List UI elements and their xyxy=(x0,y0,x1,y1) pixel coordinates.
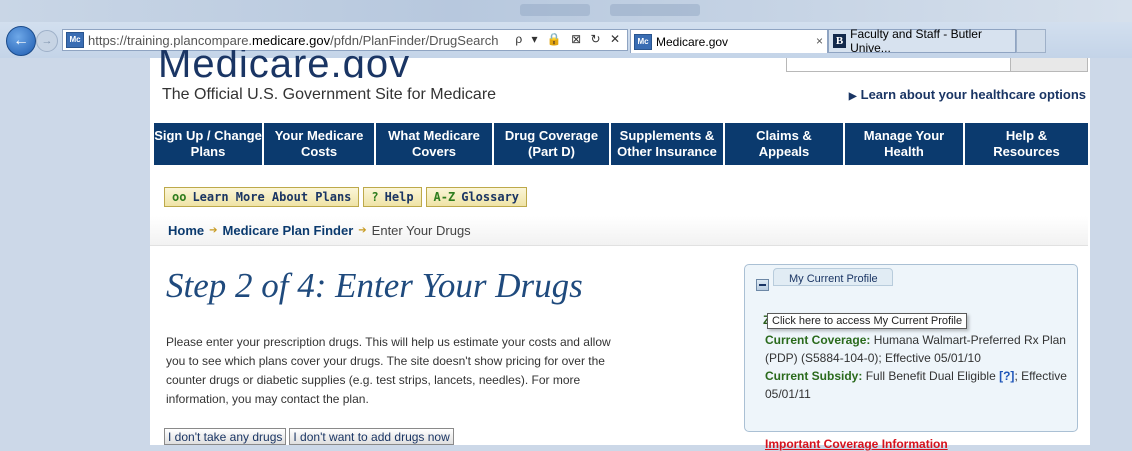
breadcrumb-current: Enter Your Drugs xyxy=(371,223,471,238)
forward-button[interactable]: → xyxy=(36,30,58,52)
medicare-favicon-icon: Mc xyxy=(66,32,84,48)
nav-sign-up-change-plans[interactable]: Sign Up / Change Plans xyxy=(154,123,264,165)
title-bar xyxy=(0,0,1132,22)
tab-label: Medicare.gov xyxy=(656,34,729,49)
nav-drug-coverage[interactable]: Drug Coverage (Part D) xyxy=(494,123,611,165)
collapse-icon[interactable] xyxy=(756,279,769,291)
learn-healthcare-link[interactable]: ▶ Learn about your healthcare options xyxy=(849,87,1086,102)
nav-label-line1: Supplements & xyxy=(619,128,715,143)
breadcrumb-home[interactable]: Home xyxy=(168,223,204,238)
url-path: /pfdn/PlanFinder/DrugSearch xyxy=(330,32,499,48)
nav-label-line2: Plans xyxy=(190,144,226,159)
intro-text: Please enter your prescription drugs. Th… xyxy=(166,335,611,406)
tab-label: Faculty and Staff - Butler Unive... xyxy=(850,27,982,55)
nav-manage-your-health[interactable]: Manage Your Health xyxy=(845,123,965,165)
nav-label-line1: Sign Up / Change xyxy=(154,128,262,143)
important-coverage-link[interactable]: Important Coverage Information xyxy=(765,437,948,451)
url-prefix: https://training.plancompare. xyxy=(88,32,253,48)
subsidy-value: Full Benefit Dual Eligible xyxy=(865,369,996,383)
nav-label-line1: Help & xyxy=(1005,128,1048,143)
profile-tab[interactable]: My Current Profile xyxy=(773,268,893,286)
medicare-logo[interactable]: Medicare.gov xyxy=(158,50,410,78)
profile-details: Current Coverage: Humana Walmart-Preferr… xyxy=(765,331,1077,403)
butler-favicon-icon: B xyxy=(833,34,847,48)
nav-label-line1: Your Medicare xyxy=(274,128,364,143)
medicare-favicon-icon: Mc xyxy=(634,33,652,50)
nav-label-line1: Drug Coverage xyxy=(504,128,599,143)
new-tab-button[interactable] xyxy=(1016,29,1046,53)
address-bar-icons[interactable]: ρ ▾ 🔒 ⊠ ↻ ✕ xyxy=(515,32,623,46)
search-button[interactable] xyxy=(1010,58,1087,71)
breadcrumb: Home ➔ Medicare Plan Finder ➔ Enter Your… xyxy=(150,216,1088,246)
learn-link-label: Learn about your healthcare options xyxy=(860,87,1086,102)
a-z-icon: A-Z xyxy=(433,190,456,204)
nav-claims-appeals[interactable]: Claims & Appeals xyxy=(725,123,845,165)
main-navigation: Sign Up / Change Plans Your Medicare Costs… xyxy=(154,123,1088,165)
coverage-label: Current Coverage: xyxy=(765,333,871,347)
button-label: Learn More About Plans xyxy=(192,190,352,204)
close-icon[interactable]: × xyxy=(816,34,823,48)
page-title: Step 2 of 4: Enter Your Drugs xyxy=(166,266,583,305)
browser-tab-medicare[interactable]: Mc Medicare.gov × xyxy=(630,29,828,53)
nav-label-line2: Covers xyxy=(411,144,457,159)
nav-label-line2: Health xyxy=(884,144,924,159)
nav-label-line2: (Part D) xyxy=(528,144,575,159)
glossary-button[interactable]: A-Z Glossary xyxy=(425,187,528,207)
glasses-icon: oo xyxy=(172,190,187,204)
background-window-tab xyxy=(520,4,590,16)
address-url[interactable]: https://training.plancompare.medicare.go… xyxy=(88,33,498,48)
profile-tooltip: Click here to access My Current Profile xyxy=(767,313,968,329)
nav-label-line1: Claims & xyxy=(756,128,812,143)
arrow-right-icon: ➔ xyxy=(209,225,218,236)
button-label: Help xyxy=(384,190,414,204)
nav-label-line1: Manage Your xyxy=(863,128,945,143)
no-drugs-button[interactable]: I don't take any drugs xyxy=(164,428,287,445)
drug-action-buttons: I don't take any drugs I don't want to a… xyxy=(164,428,454,445)
nav-supplements-other-insurance[interactable]: Supplements & Other Insurance xyxy=(611,123,725,165)
triangle-right-icon: ▶ xyxy=(848,91,857,102)
arrow-right-icon: ➔ xyxy=(358,225,367,236)
back-button[interactable]: ← xyxy=(6,26,36,56)
nav-label-line2: Costs xyxy=(300,144,338,159)
nav-your-medicare-costs[interactable]: Your Medicare Costs xyxy=(264,123,376,165)
nav-label-line1: What Medicare xyxy=(388,128,480,143)
arrow-left-icon: ← xyxy=(13,32,29,49)
help-button[interactable]: ? Help xyxy=(363,187,422,207)
nav-help-resources[interactable]: Help & Resources xyxy=(965,123,1088,165)
page-content: Medicare.gov The Official U.S. Governmen… xyxy=(150,50,1090,451)
browser-tab-butler[interactable]: B Faculty and Staff - Butler Unive... xyxy=(828,27,1016,55)
subsidy-help-link[interactable]: [?] xyxy=(999,369,1014,383)
nav-what-medicare-covers[interactable]: What Medicare Covers xyxy=(376,123,494,165)
question-icon: ? xyxy=(371,190,379,204)
button-label: Glossary xyxy=(461,190,520,204)
page-toolbar: oo Learn More About Plans ? Help A-Z Glossa… xyxy=(164,187,528,207)
address-bar[interactable]: Mc https://training.plancompare.medicare… xyxy=(62,29,628,51)
site-tagline: The Official U.S. Government Site for Me… xyxy=(162,86,497,103)
background-window-tab xyxy=(610,4,700,16)
subsidy-label: Current Subsidy: xyxy=(765,369,863,383)
arrow-right-icon: → xyxy=(41,35,53,47)
nav-label-line2: Other Insurance xyxy=(617,144,717,159)
url-domain: medicare.gov xyxy=(252,32,331,48)
nav-label-line2: Resources xyxy=(993,144,1060,159)
search-box[interactable] xyxy=(786,58,1088,72)
skip-drugs-button[interactable]: I don't want to add drugs now xyxy=(289,428,454,445)
current-profile-panel: My Current Profile Z Click here to acces… xyxy=(744,264,1078,451)
nav-label-line2: Appeals xyxy=(758,144,810,159)
learn-more-about-plans-button[interactable]: oo Learn More About Plans xyxy=(164,187,360,207)
breadcrumb-plan-finder[interactable]: Medicare Plan Finder xyxy=(223,223,354,238)
